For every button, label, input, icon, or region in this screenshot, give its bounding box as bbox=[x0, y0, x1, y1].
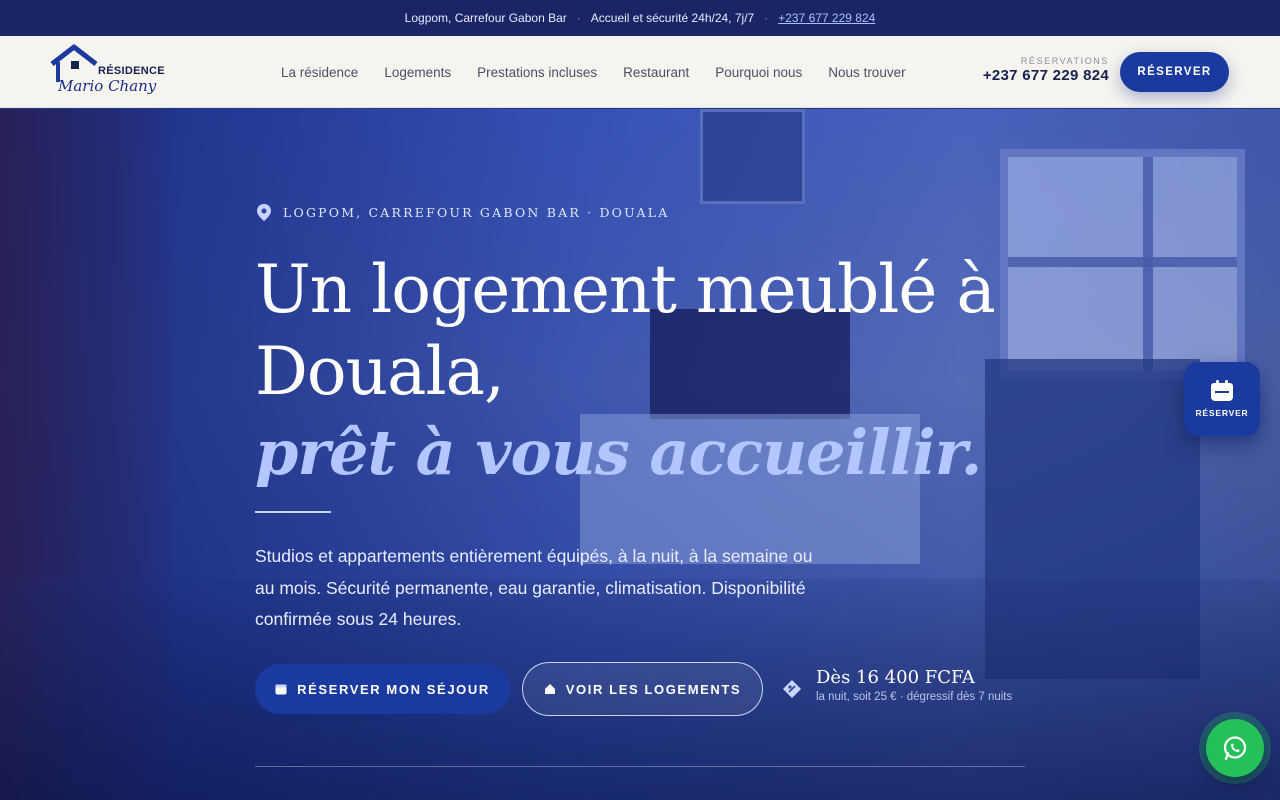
logo-text-residence: RÉSIDENCE bbox=[98, 65, 165, 77]
calendar-icon bbox=[1211, 380, 1233, 401]
logo-text-name: Mario Chany bbox=[58, 77, 157, 95]
site-logo[interactable]: RÉSIDENCE Mario Chany bbox=[50, 44, 170, 100]
nav-pourquoi-nous[interactable]: Pourquoi nous bbox=[715, 65, 802, 80]
reservations-phone[interactable]: +237 677 229 824 bbox=[983, 67, 1109, 84]
price-amount: Dès 16 400 FCFA bbox=[816, 667, 975, 688]
hero-lead: Studios et appartements entièrement équi… bbox=[255, 546, 813, 629]
nav-logements[interactable]: Logements bbox=[384, 65, 451, 80]
price-info: Dès 16 400 FCFA la nuit, soit 25 € · dég… bbox=[782, 667, 1012, 703]
topbar-address: Logpom, Carrefour Gabon Bar bbox=[404, 11, 567, 25]
hero-bg-picture-frame bbox=[700, 109, 805, 204]
hero-location: LOGPOM, CARREFOUR GABON BAR · DOUALA bbox=[257, 204, 669, 221]
header-reserve-button[interactable]: RÉSERVER bbox=[1120, 52, 1229, 92]
nav-restaurant[interactable]: Restaurant bbox=[623, 65, 689, 80]
whatsapp-button[interactable] bbox=[1199, 712, 1271, 784]
hero-title: Un logement meublé à Douala, bbox=[255, 249, 1015, 413]
main-nav: La résidence Logements Prestations inclu… bbox=[281, 36, 906, 108]
topbar-phone-link[interactable]: +237 677 229 824 bbox=[778, 11, 875, 25]
reservations-label: RÉSERVATIONS bbox=[1020, 56, 1109, 66]
nav-nous-trouver[interactable]: Nous trouver bbox=[828, 65, 905, 80]
hero-bg-window bbox=[1000, 149, 1245, 379]
topbar-separator: · bbox=[764, 11, 769, 25]
view-units-button[interactable]: VOIR LES LOGEMENTS bbox=[522, 662, 763, 716]
hero-title-line1: Un logement meublé à bbox=[255, 251, 996, 328]
hero-title-line2: Douala, bbox=[255, 333, 505, 410]
site-header: RÉSIDENCE Mario Chany La résidence Logem… bbox=[0, 36, 1280, 108]
whatsapp-icon bbox=[1223, 736, 1247, 761]
hero-section: LOGPOM, CARREFOUR GABON BAR · DOUALA Un … bbox=[0, 109, 1280, 800]
hero-divider-rule bbox=[255, 511, 331, 513]
price-details: la nuit, soit 25 € · dégressif dès 7 nui… bbox=[816, 691, 1013, 703]
floating-reserve-button[interactable]: RÉSERVER bbox=[1184, 362, 1260, 436]
hero-location-text: LOGPOM, CARREFOUR GABON BAR · DOUALA bbox=[283, 205, 670, 220]
reservations-contact: RÉSERVATIONS +237 677 229 824 bbox=[983, 56, 1109, 84]
location-pin-icon bbox=[257, 204, 271, 221]
hero-bottom-divider bbox=[255, 766, 1025, 767]
hero-title-accent: prêt à vous accueillir. bbox=[255, 416, 982, 489]
nav-prestations[interactable]: Prestations incluses bbox=[477, 65, 597, 80]
floating-reserve-label: RÉSERVER bbox=[1195, 408, 1249, 418]
calendar-icon bbox=[275, 684, 287, 695]
topbar-separator: · bbox=[576, 11, 581, 25]
reserve-stay-label: RÉSERVER MON SÉJOUR bbox=[297, 681, 490, 697]
view-units-label: VOIR LES LOGEMENTS bbox=[565, 681, 742, 697]
price-tag-icon bbox=[783, 680, 801, 698]
home-icon bbox=[544, 684, 555, 694]
top-info-bar: Logpom, Carrefour Gabon Bar · Accueil et… bbox=[0, 0, 1280, 36]
topbar-hours: Accueil et sécurité 24h/24, 7j/7 bbox=[590, 11, 755, 25]
nav-la-residence[interactable]: La résidence bbox=[281, 65, 358, 80]
reserve-stay-button[interactable]: RÉSERVER MON SÉJOUR bbox=[255, 664, 510, 714]
